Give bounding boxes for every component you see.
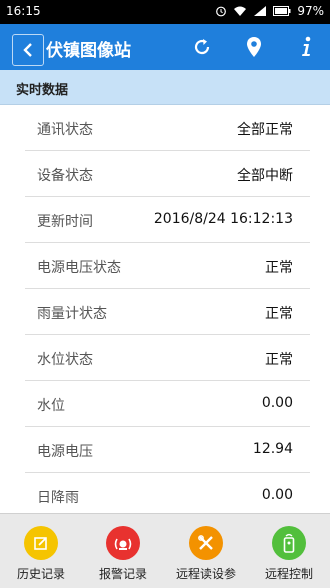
list-item: 电源电压状态 正常 xyxy=(0,243,330,289)
row-label: 水位状态 xyxy=(37,352,93,368)
row-label: 电源电压 xyxy=(37,444,93,460)
row-label: 设备状态 xyxy=(37,168,93,184)
list-item: 日降雨 0.00 xyxy=(0,473,330,513)
history-icon xyxy=(24,526,58,560)
status-icons: 97% xyxy=(215,4,324,18)
remote-control-icon xyxy=(272,526,306,560)
row-value: 正常 xyxy=(265,352,293,368)
refresh-icon xyxy=(194,39,210,55)
alarm-clock-icon xyxy=(216,6,227,17)
status-time: 16:15 xyxy=(6,4,41,18)
nav-remote-params[interactable]: 远程读设参 xyxy=(165,514,247,588)
nav-alarm[interactable]: 报警记录 xyxy=(82,514,164,588)
row-label: 通讯状态 xyxy=(37,122,93,138)
realtime-data-list[interactable]: 通讯状态 全部正常 设备状态 全部中断 更新时间 2016/8/24 16:12… xyxy=(0,105,330,513)
battery-percent: 97% xyxy=(297,4,324,18)
app-bar: 伏镇图像站 xyxy=(0,24,330,70)
row-value: 正常 xyxy=(265,260,293,276)
nav-label: 远程控制 xyxy=(264,567,313,581)
list-item: 水位状态 正常 xyxy=(0,335,330,381)
refresh-button[interactable] xyxy=(190,35,214,59)
row-value: 正常 xyxy=(265,306,293,322)
page-title: 伏镇图像站 xyxy=(46,41,131,61)
row-value: 2016/8/24 16:12:13 xyxy=(153,211,293,227)
row-label: 电源电压状态 xyxy=(37,260,121,276)
tools-icon xyxy=(189,526,223,560)
list-item: 水位 0.00 xyxy=(0,381,330,427)
back-icon xyxy=(23,43,32,57)
nav-label: 远程读设参 xyxy=(175,567,236,581)
row-value: 0.00 xyxy=(261,487,293,503)
row-label: 雨量计状态 xyxy=(37,306,107,322)
nav-label: 报警记录 xyxy=(98,567,147,581)
nav-remote-control[interactable]: 远程控制 xyxy=(248,514,330,588)
list-item: 通讯状态 全部正常 xyxy=(0,105,330,151)
info-button[interactable] xyxy=(294,35,318,59)
location-button[interactable] xyxy=(242,35,266,59)
section-header: 实时数据 xyxy=(0,70,330,105)
signal-icon xyxy=(254,6,267,16)
list-item: 设备状态 全部中断 xyxy=(0,151,330,197)
alarm-icon xyxy=(106,526,140,560)
list-item: 电源电压 12.94 xyxy=(0,427,330,473)
battery-icon xyxy=(273,6,291,16)
nav-label: 历史记录 xyxy=(16,567,65,581)
list-item: 雨量计状态 正常 xyxy=(0,289,330,335)
wifi-icon xyxy=(234,6,247,16)
row-value: 全部正常 xyxy=(237,122,293,138)
row-label: 日降雨 xyxy=(37,490,79,506)
status-bar: 16:15 97% xyxy=(0,0,330,24)
location-pin-icon xyxy=(247,37,261,57)
bottom-nav: 历史记录 报警记录 远程读设参 远程控制 xyxy=(0,513,330,588)
nav-history[interactable]: 历史记录 xyxy=(0,514,82,588)
row-label: 更新时间 xyxy=(37,214,93,230)
row-value: 12.94 xyxy=(252,441,293,457)
back-button[interactable] xyxy=(12,34,44,66)
row-label: 水位 xyxy=(37,398,65,414)
info-icon xyxy=(302,36,311,56)
row-value: 0.00 xyxy=(261,395,293,411)
section-title: 实时数据 xyxy=(16,83,69,98)
list-item: 更新时间 2016/8/24 16:12:13 xyxy=(0,197,330,243)
row-value: 全部中断 xyxy=(237,168,293,184)
